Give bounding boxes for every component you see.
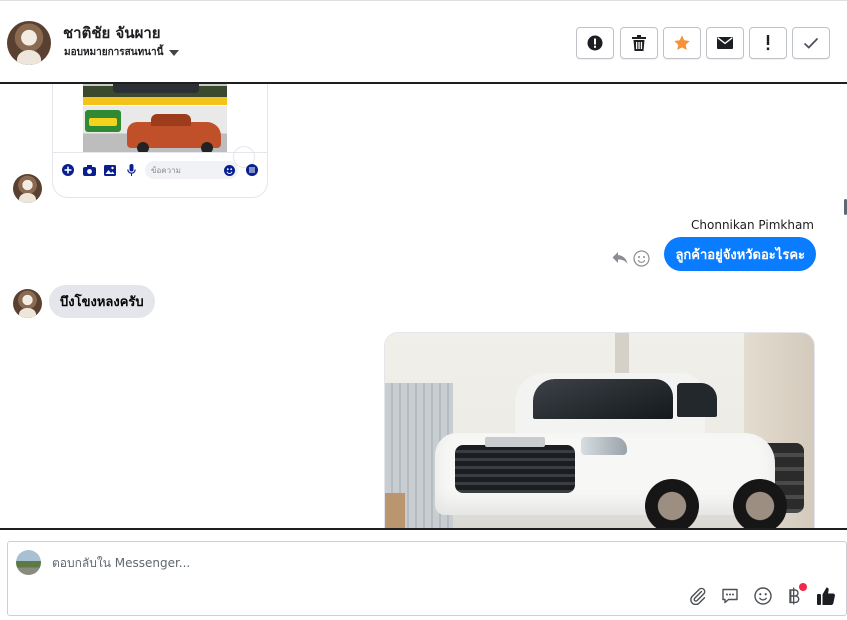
outgoing-message-bubble[interactable]: ลูกค้าอยู่จังหวัดอะไรคะ <box>664 237 816 271</box>
check-icon <box>803 37 819 49</box>
assign-label: มอบหมายการสนทนานี้ <box>64 47 164 58</box>
page-avatar <box>16 550 41 575</box>
reply-input[interactable] <box>52 549 752 577</box>
phone-composer-toolbar: ข้อความ <box>61 159 259 181</box>
envelope-icon <box>717 37 733 49</box>
message-thread[interactable]: ข้อความ Chonnikan Pimkham ลูกค้าอยู่จังห… <box>0 84 847 528</box>
plus-circle-icon <box>61 163 75 177</box>
baht-payment-icon <box>789 587 800 605</box>
inbox-conversation-panel: ชาติชัย จันผาย มอบหมายการสนทนานี้ ข้อควา… <box>0 0 847 620</box>
assign-conversation-dropdown[interactable]: มอบหมายการสนทนานี้ <box>64 45 180 60</box>
delete-button[interactable] <box>620 27 658 59</box>
react-emoji-icon[interactable] <box>633 250 650 267</box>
spam-button[interactable] <box>576 27 614 59</box>
saved-replies-button[interactable] <box>719 585 741 607</box>
emoji-icon <box>224 164 235 176</box>
contact-avatar-small <box>13 174 42 203</box>
ad-image-pickup-black <box>83 84 227 105</box>
notification-dot <box>799 583 807 591</box>
shared-image-message[interactable]: ข้อความ <box>52 84 268 198</box>
send-like-button[interactable] <box>815 585 837 607</box>
caret-down-icon <box>169 49 180 56</box>
emoji-icon <box>754 587 772 605</box>
camera-icon <box>82 163 96 177</box>
star-icon <box>674 35 690 51</box>
incoming-message-bubble[interactable]: บึงโขงหลงครับ <box>49 285 155 318</box>
alert-circle-icon <box>587 35 603 51</box>
done-button[interactable] <box>792 27 830 59</box>
conversation-header: ชาติชัย จันผาย มอบหมายการสนทนานี้ <box>0 0 847 84</box>
reply-icon[interactable] <box>611 250 629 266</box>
important-button[interactable] <box>749 27 787 59</box>
phone-message-input: ข้อความ <box>145 161 238 179</box>
saved-reply-icon <box>722 588 738 604</box>
trash-icon <box>632 35 646 51</box>
thumbs-up-icon <box>817 587 835 605</box>
contact-avatar[interactable] <box>7 21 51 65</box>
gallery-icon <box>103 163 117 177</box>
menu-lines-icon <box>245 163 259 177</box>
attach-button[interactable] <box>687 585 709 607</box>
reply-composer <box>7 541 847 616</box>
outgoing-photo-message[interactable] <box>384 332 815 528</box>
microphone-icon <box>124 163 138 177</box>
mark-unread-button[interactable] <box>706 27 744 59</box>
paperclip-icon <box>690 587 706 605</box>
star-button[interactable] <box>663 27 701 59</box>
ad-image-pickup-orange <box>83 106 227 152</box>
emoji-button[interactable] <box>752 585 774 607</box>
contact-name[interactable]: ชาติชัย จันผาย <box>63 21 161 45</box>
sender-name: Chonnikan Pimkham <box>691 218 814 232</box>
exclamation-icon <box>766 35 770 51</box>
contact-avatar-small <box>13 289 42 318</box>
